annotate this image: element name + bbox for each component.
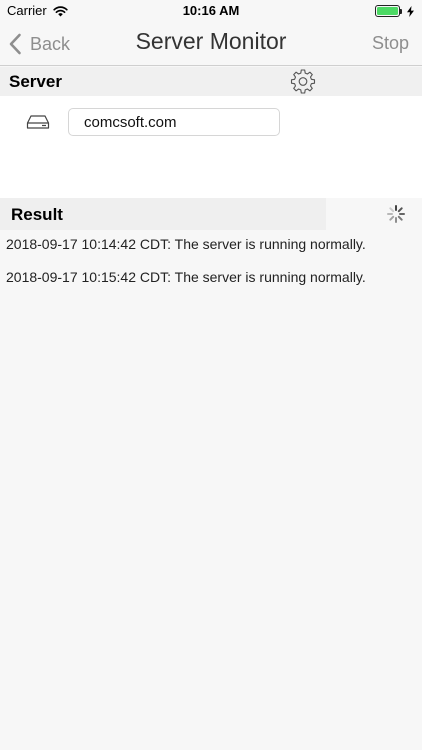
result-line: 2018-09-17 10:14:42 CDT: The server is r… — [6, 236, 366, 252]
server-header-label: Server — [9, 72, 62, 91]
status-time: 10:16 AM — [182, 3, 240, 18]
drive-icon — [26, 115, 50, 129]
status-bar: Carrier 10:16 AM — [0, 0, 422, 22]
battery-fill — [377, 7, 398, 15]
page-title: Server Monitor — [135, 28, 287, 54]
server-panel — [0, 96, 422, 198]
spinner-icon — [387, 205, 405, 223]
battery-icon — [375, 5, 402, 17]
result-line: 2018-09-17 10:15:42 CDT: The server is r… — [6, 269, 366, 285]
charging-bolt-icon — [407, 5, 414, 17]
server-section-header: Server — [0, 67, 422, 96]
stop-button[interactable]: Stop — [372, 33, 409, 54]
result-list: 2018-09-17 10:14:42 CDT: The server is r… — [0, 230, 422, 296]
gear-icon — [290, 69, 316, 94]
settings-button[interactable] — [290, 68, 316, 94]
result-header-label: Result — [11, 205, 63, 224]
battery-indicator — [375, 5, 414, 17]
result-section-header: Result — [0, 198, 422, 230]
navigation-bar: Back Server Monitor Stop — [0, 22, 422, 66]
server-input[interactable] — [68, 108, 280, 136]
